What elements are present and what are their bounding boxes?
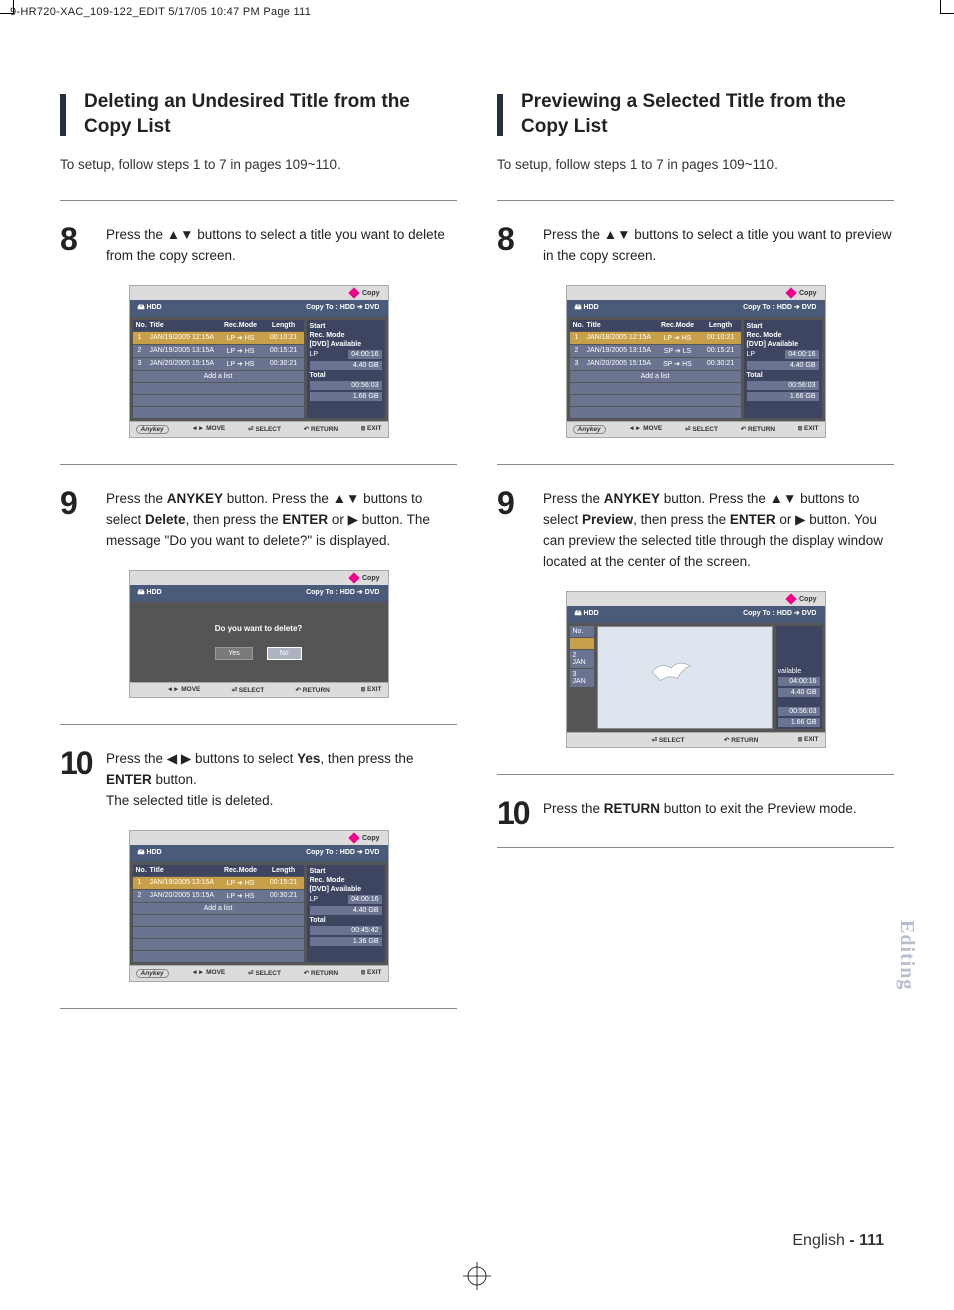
section-title: Deleting an Undesired Title from the Cop… bbox=[84, 90, 457, 139]
right-column: Previewing a Selected Title from the Cop… bbox=[497, 90, 894, 1031]
bird-icon bbox=[650, 657, 692, 683]
print-header: 9-HR720-XAC_109-122_EDIT 5/17/05 10:47 P… bbox=[10, 6, 311, 18]
step-number: 10 bbox=[60, 747, 96, 779]
osd-screenshot-preview: Copy 🖴 HDDCopy To : HDD ➔ DVD No. 2 JAN … bbox=[566, 591, 826, 748]
setup-text: To setup, follow steps 1 to 7 in pages 1… bbox=[60, 157, 457, 172]
divider bbox=[497, 847, 894, 848]
preview-window bbox=[597, 626, 773, 729]
step-text: Press the ▲▼ buttons to select a title y… bbox=[106, 223, 457, 267]
step-text: Press the RETURN button to exit the Prev… bbox=[543, 797, 857, 820]
page-footer: English - 111 bbox=[792, 1232, 884, 1250]
section-bar bbox=[60, 94, 66, 136]
step-number: 10 bbox=[497, 797, 533, 829]
dialog-yes-button[interactable]: Yes bbox=[215, 647, 252, 660]
step-text: Press the ◀ ▶ buttons to select Yes, the… bbox=[106, 747, 457, 812]
osd-screenshot: Copy 🖴 HDDCopy To : HDD ➔ DVD No.TitleRe… bbox=[129, 830, 389, 982]
step-number: 9 bbox=[60, 487, 96, 519]
section-bar bbox=[497, 94, 503, 136]
divider bbox=[497, 464, 894, 465]
divider bbox=[60, 1008, 457, 1009]
divider bbox=[60, 464, 457, 465]
side-tab-label: Editing bbox=[895, 920, 918, 990]
divider bbox=[60, 200, 457, 201]
step-text: Press the ANYKEY button. Press the ▲▼ bu… bbox=[106, 487, 457, 552]
step-text: Press the ▲▼ buttons to select a title y… bbox=[543, 223, 894, 267]
divider bbox=[497, 774, 894, 775]
diamond-icon bbox=[348, 288, 359, 299]
step-number: 9 bbox=[497, 487, 533, 519]
step-number: 8 bbox=[60, 223, 96, 255]
divider bbox=[60, 724, 457, 725]
registration-mark bbox=[463, 1262, 491, 1290]
setup-text: To setup, follow steps 1 to 7 in pages 1… bbox=[497, 157, 894, 172]
section-title: Previewing a Selected Title from the Cop… bbox=[521, 90, 894, 139]
step-number: 8 bbox=[497, 223, 533, 255]
divider bbox=[497, 200, 894, 201]
dialog-no-button[interactable]: No bbox=[267, 647, 302, 660]
osd-screenshot-dialog: Copy 🖴 HDDCopy To : HDD ➔ DVD Do you wan… bbox=[129, 570, 389, 698]
left-column: Deleting an Undesired Title from the Cop… bbox=[60, 90, 457, 1031]
step-text: Press the ANYKEY button. Press the ▲▼ bu… bbox=[543, 487, 894, 573]
crop-mark bbox=[940, 0, 954, 14]
osd-screenshot: Copy 🖴 HDDCopy To : HDD ➔ DVD No.TitleRe… bbox=[566, 285, 826, 438]
osd-screenshot: Copy 🖴 HDDCopy To : HDD ➔ DVD No.TitleRe… bbox=[129, 285, 389, 438]
